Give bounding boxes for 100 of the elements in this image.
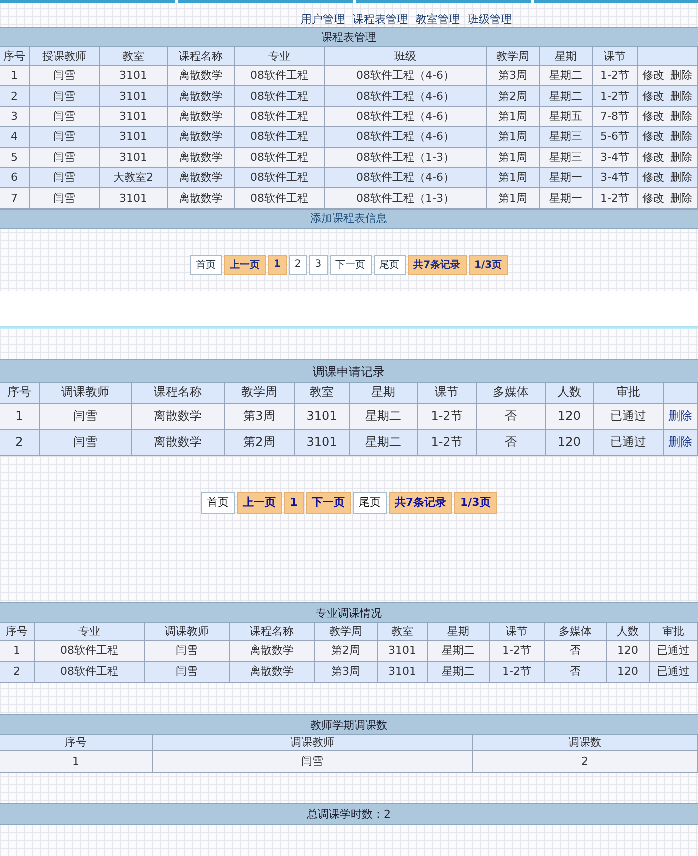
- column-header: 人数: [546, 382, 594, 403]
- table-cell: 1-2节: [418, 430, 477, 455]
- pager-button[interactable]: 下一页: [306, 492, 351, 514]
- table-cell: 星期三: [540, 148, 593, 167]
- action-link[interactable]: 删除: [670, 88, 692, 104]
- table-cell: 星期五: [540, 106, 593, 126]
- action-link[interactable]: 删除: [670, 68, 692, 84]
- table-cell: 离散数学: [168, 188, 235, 208]
- pager-button[interactable]: 首页: [190, 254, 222, 275]
- action-link[interactable]: 删除: [670, 108, 692, 124]
- nav-link[interactable]: 用户管理: [301, 13, 345, 27]
- table-cell: 闫雪: [30, 168, 100, 188]
- table-cell: 已通过: [650, 640, 698, 661]
- table-cell: 08软件工程（4-6）: [325, 127, 487, 147]
- table-cell: 3101: [295, 404, 350, 429]
- table-cell: 3: [0, 106, 30, 126]
- table-cell: 星期二: [350, 430, 418, 455]
- action-link[interactable]: 删除: [670, 170, 692, 186]
- add-link[interactable]: 添加课程表信息: [310, 211, 388, 226]
- pager-button[interactable]: 首页: [201, 492, 236, 514]
- table-cell: 08软件工程（4-6）: [325, 168, 487, 188]
- column-header: 序号: [0, 382, 40, 403]
- column-header: 序号: [0, 47, 30, 65]
- pager-button[interactable]: 1/3页: [468, 254, 508, 275]
- pager-button[interactable]: 上一页: [224, 254, 266, 275]
- table-cell: 第1周: [487, 148, 540, 167]
- table-cell: 08软件工程（4-6）: [325, 66, 487, 86]
- table-cell: 星期二: [428, 662, 490, 682]
- column-header: 课程名称: [168, 47, 235, 65]
- table-cell: 3101: [100, 86, 168, 106]
- pager-button[interactable]: 共7条记录: [388, 492, 452, 514]
- table-cell: 第1周: [487, 188, 540, 208]
- table-cell: 2: [0, 430, 40, 455]
- table-cell: 3101: [100, 66, 168, 86]
- column-header: 多媒体: [545, 622, 607, 640]
- table-cell: 08软件工程（4-6）: [325, 86, 487, 106]
- pager-button[interactable]: 共7条记录: [408, 254, 467, 275]
- table-title: 教师学期调课数: [0, 714, 698, 735]
- table-cell: 120: [546, 430, 594, 455]
- table-cell: 1-2节: [593, 66, 638, 86]
- column-header: 教室: [295, 382, 350, 403]
- table-cell: 闫雪: [30, 66, 100, 86]
- pager-button[interactable]: 上一页: [237, 492, 282, 514]
- action-link[interactable]: 修改: [642, 150, 664, 165]
- action-link[interactable]: 修改: [642, 108, 664, 124]
- table-cell: 否: [545, 662, 607, 682]
- action-link[interactable]: 删除: [670, 129, 692, 144]
- column-header: 星期: [540, 47, 593, 65]
- nav-link[interactable]: 课程表管理: [353, 13, 408, 27]
- pager-button[interactable]: 下一页: [330, 254, 372, 275]
- nav-link[interactable]: 教室管理: [416, 13, 460, 27]
- action-link[interactable]: 删除: [670, 190, 692, 206]
- column-header: 课节: [593, 47, 638, 65]
- table-cell: 已通过: [594, 430, 664, 455]
- table-cell: 08软件工程: [235, 66, 325, 86]
- action-link[interactable]: 修改: [642, 88, 664, 104]
- table-cell: 离散数学: [168, 148, 235, 167]
- column-header: 审批: [650, 622, 698, 640]
- table-cell: 08软件工程: [235, 168, 325, 188]
- table-cell: 120: [546, 404, 594, 429]
- pager-button[interactable]: 尾页: [352, 492, 387, 514]
- table-cell: 星期二: [540, 66, 593, 86]
- table-cell: 7-8节: [593, 106, 638, 126]
- column-header: 调课教师: [40, 382, 132, 403]
- pager-button[interactable]: 尾页: [374, 254, 406, 275]
- table-cell: 离散数学: [132, 404, 225, 429]
- action-link[interactable]: 删除: [668, 434, 692, 451]
- column-header: 多媒体: [477, 382, 546, 403]
- table-cell: 1-2节: [418, 404, 477, 429]
- table-cell: 闫雪: [153, 750, 473, 772]
- table-cell: 第1周: [487, 106, 540, 126]
- table-cell: 闫雪: [30, 106, 100, 126]
- table-cell: 1: [0, 66, 30, 86]
- table-cell: 第2周: [225, 430, 295, 455]
- pager-button[interactable]: 1/3页: [454, 492, 497, 514]
- action-link[interactable]: 删除: [668, 408, 692, 425]
- table-cell: 否: [477, 430, 546, 455]
- table-cell: 3101: [100, 188, 168, 208]
- action-link[interactable]: 修改: [642, 190, 664, 206]
- table-cell: 第3周: [315, 662, 378, 682]
- action-link[interactable]: 修改: [642, 170, 664, 186]
- action-link[interactable]: 修改: [642, 129, 664, 144]
- table-cell: 08软件工程: [235, 148, 325, 167]
- table-cell: 120: [607, 662, 650, 682]
- column-header: 课程名称: [230, 622, 315, 640]
- action-link[interactable]: 修改: [642, 68, 664, 84]
- nav-link[interactable]: 班级管理: [468, 13, 512, 27]
- pager-button[interactable]: 1: [268, 254, 287, 275]
- action-link[interactable]: 删除: [670, 150, 692, 165]
- table-cell: 离散数学: [132, 430, 225, 455]
- column-header: 教室: [100, 47, 168, 65]
- table-cell: 1-2节: [593, 188, 638, 208]
- table-cell: 离散数学: [168, 106, 235, 126]
- table-cell: 离散数学: [168, 127, 235, 147]
- table-cell: 星期一: [540, 168, 593, 188]
- column-header: 教学周: [225, 382, 295, 403]
- pager-button[interactable]: 2: [288, 254, 308, 275]
- pager-button[interactable]: 3: [309, 254, 328, 275]
- pager-button[interactable]: 1: [284, 492, 304, 514]
- table-cell: 08软件工程（4-6）: [325, 106, 487, 126]
